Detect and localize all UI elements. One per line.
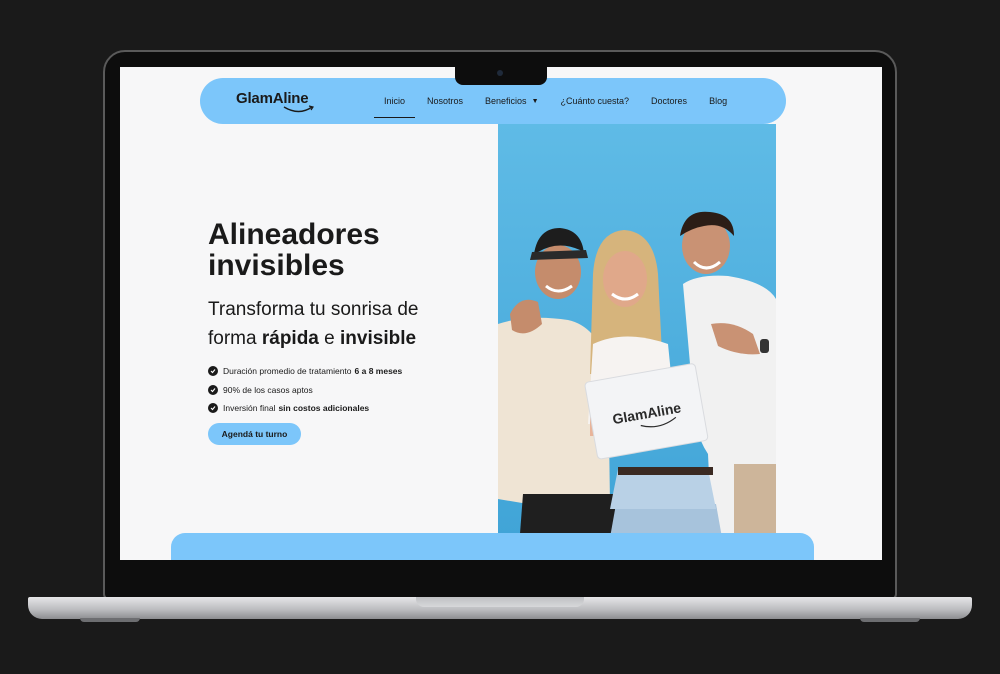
- laptop-foot: [860, 618, 920, 622]
- hero-photo: GlamAline: [498, 124, 776, 560]
- check-circle-icon: [208, 384, 218, 395]
- nav-item-nosotros[interactable]: Nosotros: [427, 96, 463, 106]
- nav-item-doctores[interactable]: Doctores: [651, 96, 687, 106]
- check-circle-icon: [208, 403, 218, 414]
- caret-down-icon: ▼: [531, 97, 539, 105]
- nav-item-beneficios[interactable]: Beneficios ▼: [485, 96, 538, 106]
- laptop-base-notch: [416, 597, 584, 607]
- benefit-item: 90% de los casos aptos: [208, 381, 508, 400]
- camera-icon: [497, 70, 503, 76]
- logo-smile-icon: [283, 105, 314, 113]
- benefit-item: Duración promedio de tratamiento 6 a 8 m…: [208, 362, 508, 381]
- hero-title: Alineadores invisibles: [208, 218, 380, 282]
- section-band: [171, 533, 814, 560]
- website-screen: GlamAline Inicio Nosotros Beneficios ▼ ¿…: [120, 67, 882, 560]
- hero-subtitle: Transforma tu sonrisa de forma rápida e …: [208, 299, 419, 349]
- nav-item-inicio[interactable]: Inicio: [373, 96, 416, 118]
- nav-item-blog[interactable]: Blog: [709, 96, 727, 106]
- laptop-foot: [80, 618, 140, 622]
- nav-item-cuanto-cuesta[interactable]: ¿Cuánto cuesta?: [561, 96, 630, 106]
- nav-links: Inicio Nosotros Beneficios ▼ ¿Cuánto cue…: [373, 78, 749, 124]
- benefit-list: Duración promedio de tratamiento 6 a 8 m…: [208, 362, 508, 418]
- check-circle-icon: [208, 366, 218, 377]
- book-appointment-button[interactable]: Agendá tu turno: [208, 423, 301, 445]
- people-illustration: GlamAline: [498, 124, 776, 560]
- benefit-item: Inversión final sin costos adicionales: [208, 399, 508, 418]
